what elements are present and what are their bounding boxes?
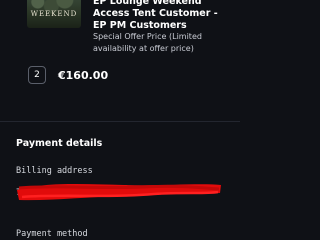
product-thumbnail: WEEKEND [27,0,81,28]
product-title: EP Lounge Weekend Access Tent Customer -… [93,0,218,31]
quantity-box: 2 [28,66,46,84]
payment-details-heading: Payment details [16,138,103,149]
billing-address-label: Billing address [16,166,93,176]
offer-note: Special Offer Price (Limited availabilit… [93,32,202,53]
thumbnail-label: WEEKEND [30,10,78,18]
redaction-scribble [17,184,221,201]
section-divider [0,121,240,122]
payment-method-label: Payment method [16,229,88,239]
item-price: €160.00 [58,69,109,82]
